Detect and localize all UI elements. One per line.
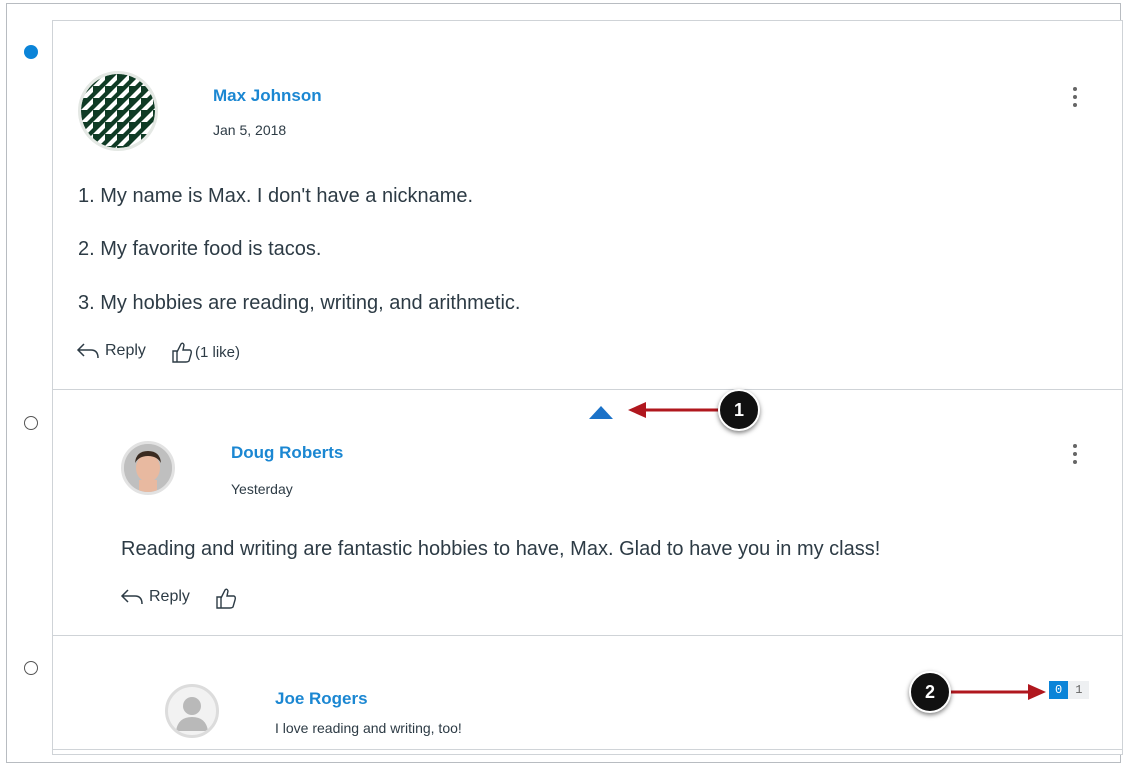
post-date: Jan 5, 2018: [213, 122, 287, 138]
unread-count: 0: [1049, 681, 1069, 699]
reply-arrow-icon: [120, 589, 143, 605]
reply-arrow-icon: [76, 343, 99, 359]
read-indicator[interactable]: [24, 416, 38, 430]
read-indicator[interactable]: [24, 661, 38, 675]
like-button[interactable]: [215, 586, 237, 610]
kebab-menu-icon[interactable]: [1071, 87, 1079, 111]
thumbs-up-icon: [216, 588, 237, 609]
entry-divider: [53, 749, 1122, 750]
post-text: Reading and writing are fantastic hobbie…: [121, 538, 881, 560]
default-user-avatar[interactable]: [165, 684, 219, 738]
profile-photo-avatar[interactable]: [121, 441, 175, 495]
callout-badge: 1: [718, 389, 760, 431]
callout-badge: 2: [909, 671, 951, 713]
post-line: 1. My name is Max. I don't have a nickna…: [78, 185, 474, 207]
callout-arrow-icon: [950, 684, 1046, 700]
post-line: 2. My favorite food is tacos.: [78, 238, 322, 260]
post-line: 3. My hobbies are reading, writing, and …: [78, 292, 521, 314]
reply-label: Reply: [149, 588, 190, 605]
discussion-entry: Max Johnson Jan 5, 2018 1. My name is Ma…: [52, 20, 1123, 390]
kebab-menu-icon[interactable]: [1071, 444, 1079, 468]
reply-button[interactable]: Reply: [119, 587, 190, 607]
discussion-entry: Doug Roberts Yesterday Reading and writi…: [52, 389, 1123, 636]
reply-button[interactable]: Reply: [75, 341, 146, 361]
post-date: Yesterday: [231, 481, 293, 497]
reply-label: Reply: [105, 342, 146, 359]
unread-count-badge: 0 1: [1049, 681, 1090, 699]
author-name[interactable]: Max Johnson: [213, 86, 322, 106]
like-count: (1 like): [195, 343, 241, 361]
geometric-pattern-avatar[interactable]: [78, 71, 158, 151]
reply-preview: I love reading and writing, too!: [275, 720, 462, 736]
total-count: 1: [1068, 681, 1090, 699]
unread-indicator[interactable]: [24, 45, 38, 59]
collapse-caret-icon[interactable]: [589, 406, 613, 419]
like-button[interactable]: (1 like): [171, 340, 240, 364]
author-name[interactable]: Doug Roberts: [231, 443, 343, 463]
thumbs-up-icon: [172, 342, 193, 363]
callout-arrow-icon: [628, 402, 720, 418]
author-name[interactable]: Joe Rogers: [275, 689, 368, 709]
